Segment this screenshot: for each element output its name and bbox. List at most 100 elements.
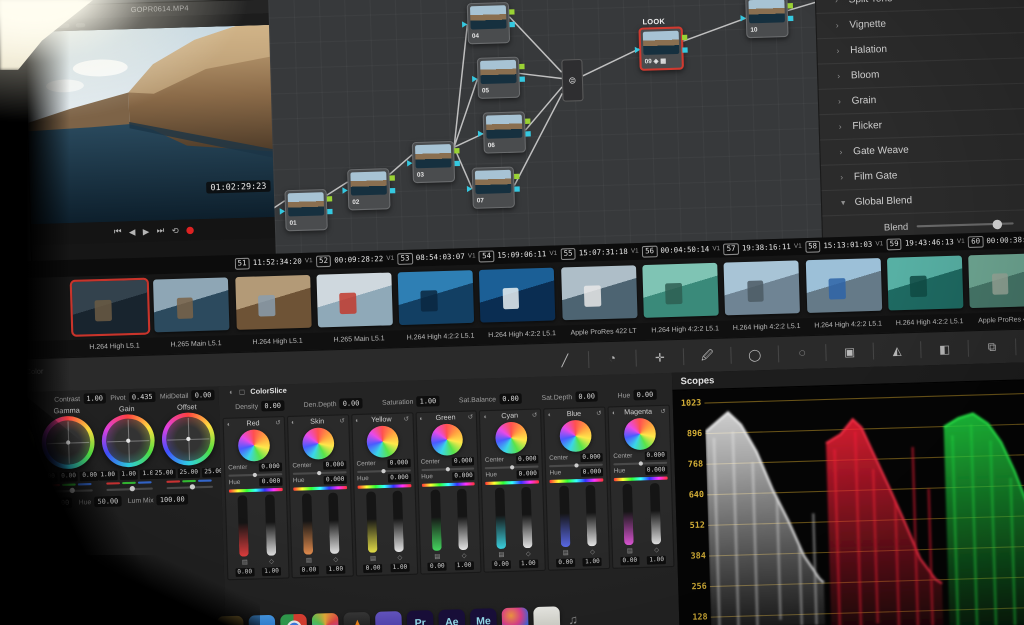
slice-hue-wheel[interactable] xyxy=(366,425,399,458)
play-icon[interactable]: ▶ xyxy=(143,226,150,236)
hue-value[interactable]: 0.000 xyxy=(516,470,539,479)
rgb-value[interactable]: 25.00 xyxy=(177,468,200,478)
dock-finder-icon[interactable] xyxy=(217,616,244,625)
wheel-control[interactable] xyxy=(0,417,35,471)
luminance-slider[interactable] xyxy=(366,491,377,552)
blend-slider-knob[interactable] xyxy=(992,219,1002,229)
center-value[interactable]: 0.000 xyxy=(452,457,475,466)
viewer-tool-chip[interactable] xyxy=(34,24,49,29)
luminance-value[interactable]: 0.00 xyxy=(556,558,575,567)
clip-number-badge[interactable]: 54 xyxy=(479,250,495,262)
center-slider[interactable] xyxy=(357,469,411,473)
wheel-balance-dot[interactable] xyxy=(186,437,190,441)
power-window-icon[interactable]: ◯ xyxy=(741,345,769,365)
luminance-value[interactable]: 0.00 xyxy=(492,560,511,569)
luminance-slider[interactable] xyxy=(238,495,249,556)
clip-thumbnail-52[interactable] xyxy=(316,273,392,328)
eyedropper-icon[interactable]: 🖉 xyxy=(693,346,721,366)
corrector-node-01[interactable]: 01 xyxy=(284,189,327,231)
clip-number-badge[interactable]: 57 xyxy=(723,243,739,255)
center-value[interactable]: 0.000 xyxy=(580,453,603,462)
dock-chrome-icon[interactable] xyxy=(280,614,307,625)
saturation-slider[interactable] xyxy=(457,489,468,550)
close-window-icon[interactable] xyxy=(30,11,35,16)
saturation-slider[interactable] xyxy=(521,487,532,548)
dock-app-store-icon[interactable] xyxy=(248,615,275,625)
master-wheel-slider[interactable] xyxy=(46,489,92,492)
saturation-value[interactable]: 1.00 xyxy=(647,556,666,565)
rgb-value[interactable]: 0.00 xyxy=(38,472,57,482)
saturation-slider[interactable] xyxy=(393,491,404,552)
slice-hue-wheel[interactable] xyxy=(302,427,335,460)
luminance-value[interactable]: 0.00 xyxy=(620,556,639,565)
center-value[interactable]: 0.000 xyxy=(323,461,346,470)
colorslice-param-value[interactable]: 0.00 xyxy=(575,391,598,402)
zoom-window-icon[interactable] xyxy=(47,10,52,15)
corrector-node-10[interactable]: TWEAK10 xyxy=(745,0,788,38)
luminance-slider[interactable] xyxy=(623,484,634,545)
dock-vlc-icon[interactable] xyxy=(343,612,370,625)
clip-number-badge[interactable]: 51 xyxy=(234,257,250,269)
dock-discord-icon[interactable] xyxy=(375,611,402,625)
center-value[interactable]: 0.000 xyxy=(644,451,667,460)
center-slider[interactable] xyxy=(549,464,603,468)
slice-hue-wheel[interactable] xyxy=(559,420,592,453)
primaries-param-value[interactable]: 0.00 xyxy=(191,390,214,401)
blend-slider[interactable] xyxy=(917,222,1014,227)
hue-gradient-strip[interactable] xyxy=(614,476,668,481)
wheel-control[interactable] xyxy=(161,412,215,466)
wheel-control[interactable] xyxy=(101,414,155,468)
luminance-slider[interactable] xyxy=(430,490,441,551)
clip-thumbnail-49[interactable] xyxy=(72,280,148,335)
crosshair-icon[interactable]: ✛ xyxy=(646,348,674,368)
reset-icon[interactable]: ↺ xyxy=(660,408,666,416)
clip-thumbnail-60[interactable] xyxy=(968,253,1024,308)
slider-knob[interactable] xyxy=(317,470,321,474)
parallel-mixer-node[interactable]: ⊜ xyxy=(561,59,583,102)
slider-knob[interactable] xyxy=(189,484,194,489)
corrector-node-05[interactable]: 05 xyxy=(477,57,520,99)
slider-knob[interactable] xyxy=(9,490,14,495)
luminance-value[interactable]: 0.00 xyxy=(428,562,447,571)
magic-mask-icon[interactable]: ▣ xyxy=(836,342,864,362)
slider-knob[interactable] xyxy=(129,486,134,491)
saturation-value[interactable]: 1.00 xyxy=(262,567,281,576)
rgb-value[interactable]: 0.00 xyxy=(59,472,78,482)
music-note-icon[interactable]: ♫ xyxy=(568,612,578,625)
clip-number-badge[interactable]: 55 xyxy=(560,248,576,260)
slider-knob[interactable] xyxy=(510,465,514,469)
clip-number-badge[interactable]: 52 xyxy=(316,255,332,267)
colorslice-param-value[interactable]: 1.00 xyxy=(416,396,439,407)
tab-colorslice[interactable]: ColorSlice xyxy=(250,387,287,395)
hue-value[interactable]: 0.000 xyxy=(324,475,347,484)
reset-icon[interactable]: ↺ xyxy=(468,414,474,422)
hue-value[interactable]: 0.000 xyxy=(580,468,603,477)
hue-gradient-strip[interactable] xyxy=(293,486,347,491)
saturation-slider[interactable] xyxy=(329,493,340,554)
saturation-value[interactable]: 1.00 xyxy=(390,563,409,572)
colorslice-param-value[interactable]: 0.00 xyxy=(261,400,284,411)
hue-gradient-strip[interactable] xyxy=(229,488,283,493)
rgb-value[interactable]: 0.00 xyxy=(80,471,99,481)
saturation-slider[interactable] xyxy=(585,485,596,546)
saturation-value[interactable]: 1.00 xyxy=(583,558,602,567)
luminance-value[interactable]: 0.00 xyxy=(364,564,383,573)
viewer-tool-chip[interactable] xyxy=(55,23,70,28)
hue-gradient-strip[interactable] xyxy=(550,478,604,483)
slider-knob[interactable] xyxy=(381,468,385,472)
slice-hue-wheel[interactable] xyxy=(495,422,528,455)
blur-icon[interactable]: ◭ xyxy=(883,340,911,360)
primaries-param-value[interactable]: 1.00 xyxy=(83,393,106,404)
dock-after-effects-icon[interactable]: Ae xyxy=(438,609,465,625)
wheel-balance-dot[interactable] xyxy=(5,442,9,446)
corrector-node-07[interactable]: 07 xyxy=(472,166,515,208)
viewer-tool-chip[interactable] xyxy=(76,22,86,26)
slice-hue-wheel[interactable] xyxy=(238,429,271,462)
clip-thumbnail-59[interactable] xyxy=(887,256,963,311)
clip-thumbnail-57[interactable] xyxy=(724,260,800,315)
node-graph[interactable]: 01020304050607LOOK09 ◈ ▦TWEAK10 ⊜ xyxy=(268,0,822,254)
loop-icon[interactable]: ⟲ xyxy=(171,226,178,236)
saturation-value[interactable]: 1.00 xyxy=(326,565,345,574)
corrector-node-02[interactable]: 02 xyxy=(347,168,390,210)
wheel-balance-dot[interactable] xyxy=(65,440,69,444)
